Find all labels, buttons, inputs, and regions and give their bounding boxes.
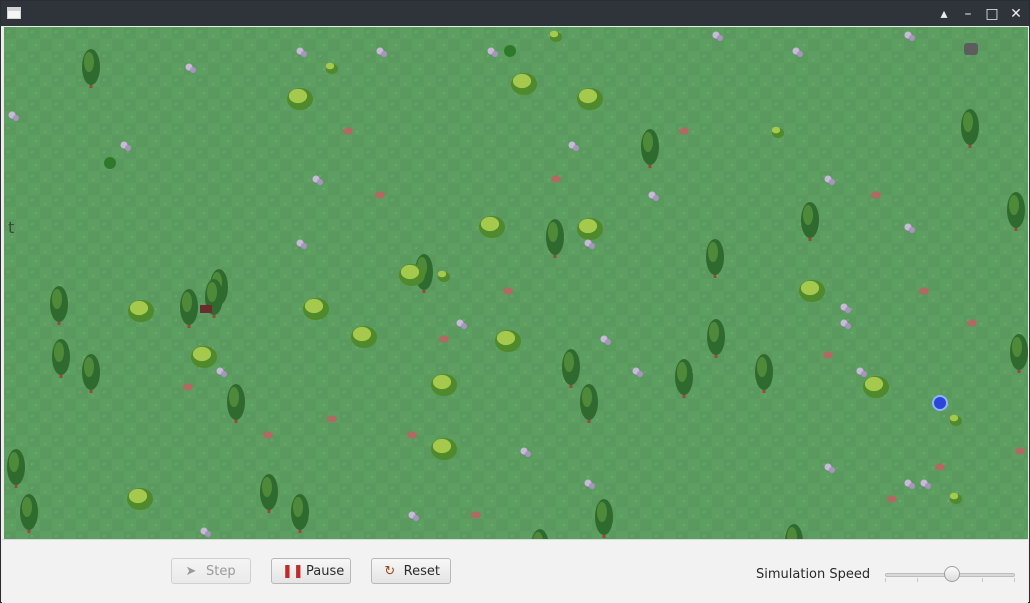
plant-icon — [823, 351, 833, 359]
plant-icon — [327, 415, 337, 423]
bush-icon — [127, 487, 153, 511]
simulation-canvas[interactable]: t — [4, 27, 1028, 539]
reset-button-label: Reset — [403, 563, 440, 579]
bush-icon — [577, 217, 603, 241]
pause-button[interactable]: ❚❚ Pause — [271, 558, 351, 584]
cart-icon — [200, 305, 212, 313]
shade-icon[interactable]: ▴ — [935, 5, 953, 23]
simulation-speed-label: Simulation Speed — [756, 567, 871, 582]
app-icon — [7, 7, 21, 19]
plant-icon — [375, 191, 385, 199]
simulation-speed-slider[interactable] — [885, 566, 1015, 584]
plant-icon — [935, 463, 945, 471]
pause-icon: ❚❚ — [282, 563, 304, 579]
plant-icon — [439, 335, 449, 343]
step-arrow-icon: ➤ — [185, 563, 197, 579]
grass-background — [4, 27, 1028, 539]
minimize-icon[interactable]: – — [959, 5, 977, 23]
plant-icon — [679, 127, 689, 135]
rock-creature-icon — [964, 43, 978, 55]
bush-icon — [479, 215, 505, 239]
bush-icon — [303, 297, 329, 321]
app-window: ▴ – □ ✕ t ➤ Step ❚❚ Pause ↻ Reset Simula… — [0, 0, 1030, 603]
plant-icon — [183, 383, 193, 391]
maximize-icon[interactable]: □ — [983, 5, 1001, 23]
bush-icon — [863, 375, 889, 399]
bush-icon — [511, 72, 537, 96]
slider-thumb[interactable] — [944, 566, 960, 582]
step-button-label: Step — [206, 563, 236, 579]
plant-icon — [919, 287, 929, 295]
bush-icon — [495, 329, 521, 353]
bush-icon — [799, 279, 825, 303]
plant-icon — [887, 495, 897, 503]
slider-tick — [917, 578, 918, 582]
plant-icon — [871, 191, 881, 199]
turtle-icon — [504, 45, 516, 57]
plant-icon — [263, 431, 273, 439]
plant-icon — [967, 319, 977, 327]
reset-button[interactable]: ↻ Reset — [371, 558, 451, 584]
bush-icon — [287, 87, 313, 111]
turtle-icon — [104, 157, 116, 169]
bush-icon — [431, 437, 457, 461]
step-button[interactable]: ➤ Step — [171, 558, 251, 584]
plant-icon — [343, 127, 353, 135]
bush-icon — [128, 299, 154, 323]
bush-icon — [399, 263, 425, 287]
plant-icon — [407, 431, 417, 439]
bush-icon — [431, 373, 457, 397]
bush-icon — [577, 87, 603, 111]
simulation-world: t — [4, 27, 1028, 539]
plant-icon — [503, 287, 513, 295]
control-bar: ➤ Step ❚❚ Pause ↻ Reset Simulation Speed — [2, 539, 1028, 603]
slider-tick — [1014, 578, 1015, 582]
pause-button-label: Pause — [306, 563, 345, 579]
plant-icon — [471, 511, 481, 519]
portal-icon — [932, 395, 948, 411]
plant-icon — [1015, 447, 1025, 455]
title-bar[interactable]: ▴ – □ ✕ — [1, 1, 1029, 26]
slider-tick — [885, 578, 886, 582]
close-icon[interactable]: ✕ — [1007, 5, 1025, 23]
bush-icon — [191, 345, 217, 369]
bush-icon — [351, 325, 377, 349]
reset-icon: ↻ — [384, 563, 396, 579]
t-marker-icon: t — [8, 218, 14, 237]
plant-icon — [551, 175, 561, 183]
slider-tick — [982, 578, 983, 582]
